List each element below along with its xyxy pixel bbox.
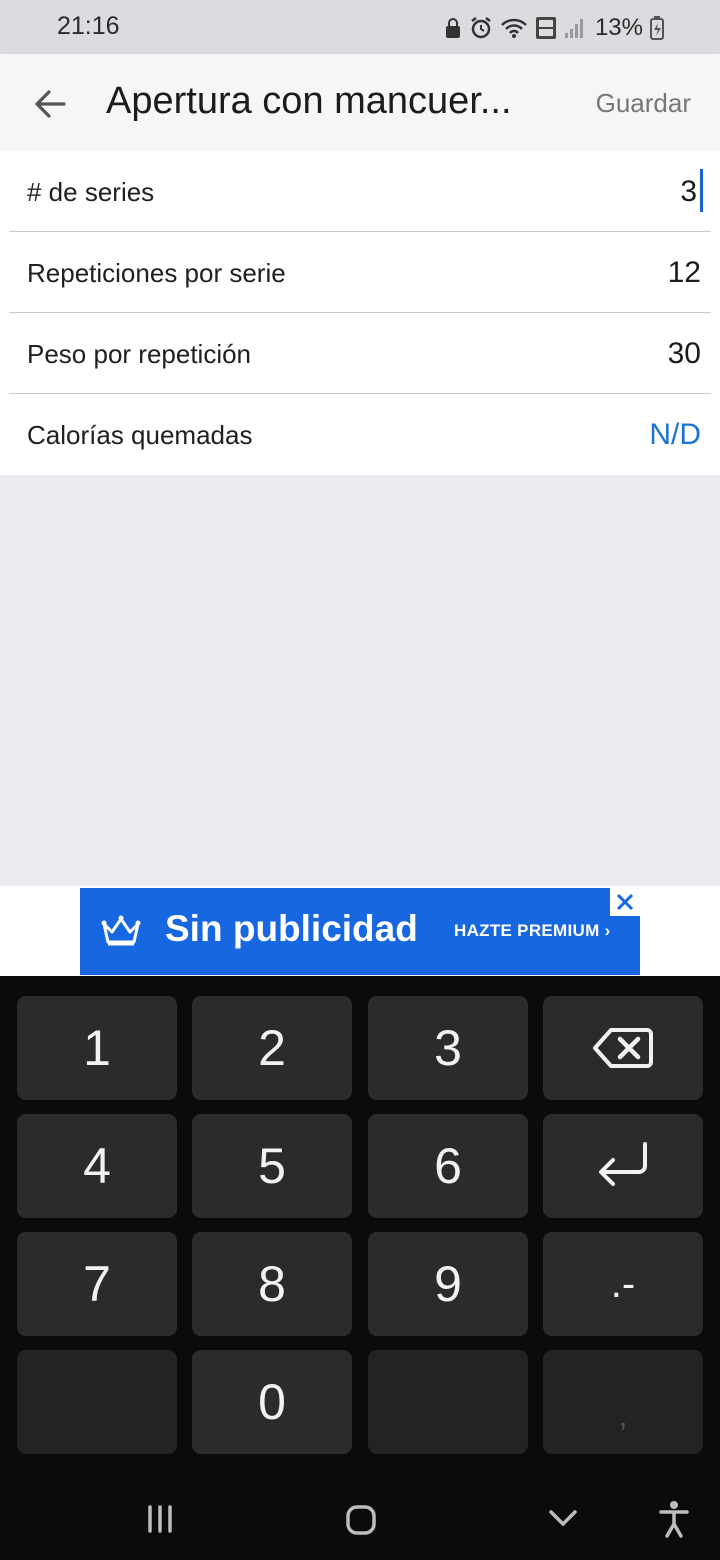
sets-label: # de series [27,177,155,207]
back-button[interactable] [30,84,70,124]
key-1[interactable]: 1 [17,996,177,1100]
sets-row[interactable]: # de series 3 [9,151,711,232]
hide-keyboard-button[interactable] [548,1506,578,1535]
status-time: 21:16 [57,12,120,40]
key-enter[interactable] [543,1114,703,1218]
key-empty-left [17,1350,177,1454]
arrow-left-icon [35,90,66,118]
reps-label: Repeticiones por serie [27,258,286,288]
page-title: Apertura con mancuer... [106,80,512,122]
volte-icon [535,17,556,39]
premium-ad-banner[interactable]: Sin publicidad HAZTE PREMIUM › [80,888,640,975]
home-icon [346,1505,376,1535]
status-bar: 21:16 13% [0,0,720,54]
key-7[interactable]: 7 [17,1232,177,1336]
accessibility-button[interactable] [658,1500,690,1543]
key-backspace[interactable] [543,996,703,1100]
weight-label: Peso por repetición [27,339,252,369]
text-cursor [700,169,703,212]
battery-icon [650,16,664,40]
recent-apps-icon [148,1505,172,1533]
accessibility-icon [659,1501,689,1538]
calories-value[interactable]: N/D [649,418,701,452]
signal-icon [564,19,583,38]
app-bar: Apertura con mancuer... Guardar [0,54,720,151]
crown-icon [101,915,141,946]
close-icon [616,893,634,911]
key-5[interactable]: 5 [192,1114,352,1218]
chevron-down-icon [549,1510,577,1526]
battery-percent: 13% [594,14,643,41]
weight-input[interactable]: 30 [668,337,701,371]
save-button[interactable]: Guardar [596,88,691,119]
recent-apps-button[interactable] [145,1504,175,1539]
enter-icon [599,1142,647,1186]
key-empty-right [368,1350,528,1454]
reps-input[interactable]: 12 [668,256,701,290]
lock-icon [445,18,460,38]
key-2[interactable]: 2 [192,996,352,1100]
ad-title: Sin publicidad [165,908,418,949]
ad-container: Sin publicidad HAZTE PREMIUM › [0,886,720,976]
calories-row[interactable]: Calorías quemadas N/D [9,394,711,475]
wifi-icon [501,18,527,38]
exercise-form: # de series 3 Repeticiones por serie 12 … [0,151,720,475]
numeric-keyboard: 1 2 3 4 5 6 7 8 9 .- 0 , [0,976,720,1560]
alarm-icon [471,17,491,39]
key-6[interactable]: 6 [368,1114,528,1218]
key-comma[interactable]: , [543,1350,703,1454]
sets-input[interactable]: 3 [680,175,697,209]
ad-close-button[interactable] [610,888,640,916]
backspace-icon [593,1028,653,1068]
status-icons: 13% [444,14,664,42]
key-3[interactable]: 3 [368,996,528,1100]
key-dot-minus[interactable]: .- [543,1232,703,1336]
calories-label: Calorías quemadas [27,420,253,450]
key-0[interactable]: 0 [192,1350,352,1454]
key-4[interactable]: 4 [17,1114,177,1218]
weight-row[interactable]: Peso por repetición 30 [9,313,711,394]
reps-row[interactable]: Repeticiones por serie 12 [9,232,711,313]
key-9[interactable]: 9 [368,1232,528,1336]
key-8[interactable]: 8 [192,1232,352,1336]
ad-cta[interactable]: HAZTE PREMIUM › [454,921,611,941]
home-button[interactable] [345,1504,377,1541]
